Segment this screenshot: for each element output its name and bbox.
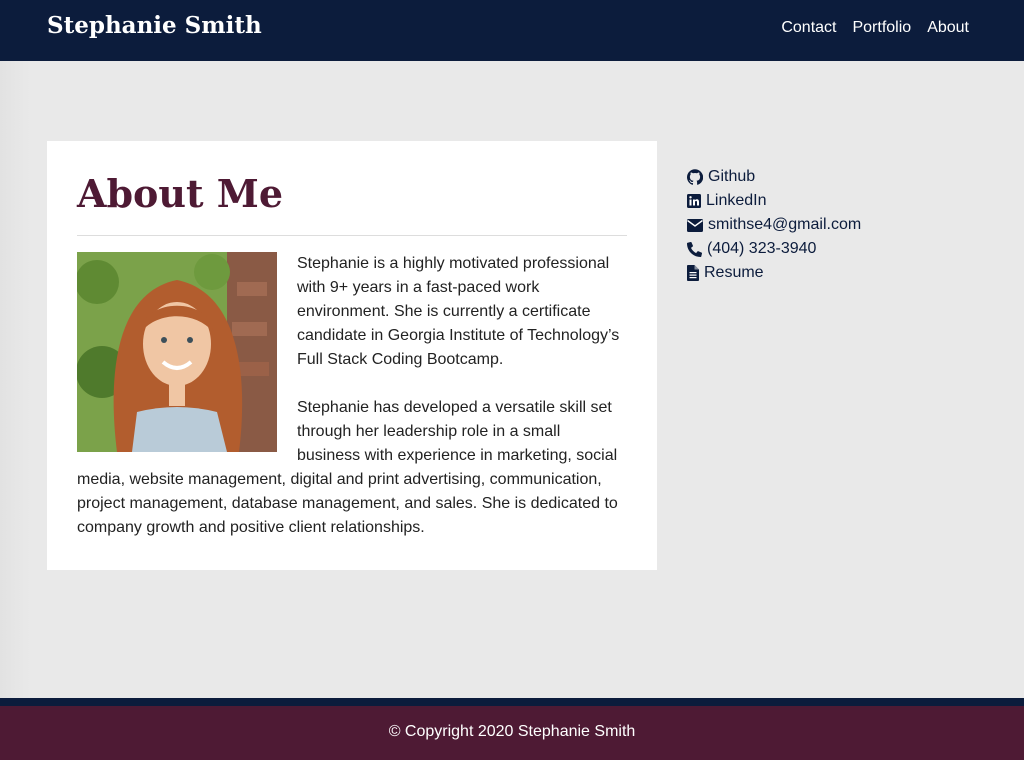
resume-label: Resume	[704, 264, 764, 281]
resume-link[interactable]: Resume	[687, 261, 861, 285]
linkedin-link[interactable]: LinkedIn	[687, 189, 861, 213]
phone-icon	[687, 241, 702, 257]
linkedin-label: LinkedIn	[706, 192, 767, 209]
about-title: About Me	[77, 171, 284, 216]
site-brand[interactable]: Stephanie Smith	[47, 12, 262, 39]
github-icon	[687, 169, 703, 185]
github-link[interactable]: Github	[687, 165, 861, 189]
footer-stripe	[0, 698, 1024, 706]
email-link[interactable]: smithse4@gmail.com	[687, 213, 861, 237]
copyright-text: © Copyright 2020 Stephanie Smith	[388, 723, 636, 740]
site-footer: © Copyright 2020 Stephanie Smith	[0, 706, 1024, 760]
email-label: smithse4@gmail.com	[708, 216, 862, 233]
main-nav: Contact Portfolio About	[781, 19, 969, 37]
profile-photo	[77, 252, 277, 452]
top-navbar: Stephanie Smith Contact Portfolio About	[0, 0, 1024, 61]
about-content: Stephanie is a highly motivated professi…	[77, 252, 627, 540]
about-card: About Me Stephanie is a highly motivated…	[47, 141, 657, 570]
phone-link[interactable]: (404) 323-3940	[687, 237, 861, 261]
linkedin-icon	[687, 194, 701, 208]
page-body: About Me Stephanie is a highly motivated…	[0, 61, 1024, 698]
title-divider	[77, 235, 627, 236]
contact-sidebar: Github LinkedIn smithse4@gmail.com (404)…	[687, 165, 861, 285]
nav-link-portfolio[interactable]: Portfolio	[852, 19, 911, 37]
envelope-icon	[687, 218, 703, 232]
nav-link-contact[interactable]: Contact	[781, 19, 836, 37]
document-icon	[687, 265, 699, 281]
nav-link-about[interactable]: About	[927, 19, 969, 37]
github-label: Github	[708, 168, 756, 185]
phone-label: (404) 323-3940	[707, 240, 817, 257]
